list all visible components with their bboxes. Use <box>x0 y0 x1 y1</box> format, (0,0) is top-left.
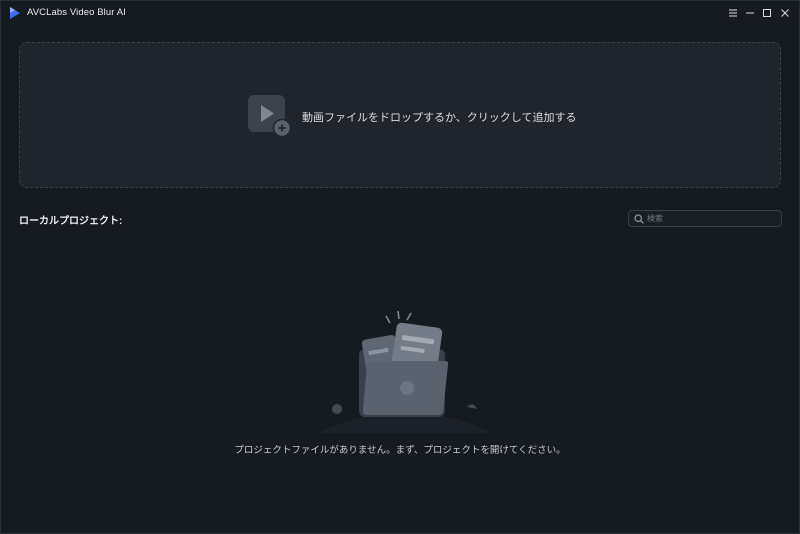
search-input[interactable] <box>647 212 777 225</box>
menu-button[interactable] <box>725 5 741 21</box>
drop-zone-label: 動画ファイルをドロップするか、クリックして追加する <box>302 112 577 124</box>
add-video-icon <box>248 95 292 138</box>
empty-projects-message: プロジェクトファイルがありません。まず、プロジェクトを開けてください。 <box>234 445 566 456</box>
maximize-icon <box>763 9 771 17</box>
minimize-button[interactable] <box>742 5 758 21</box>
video-drop-zone[interactable]: 動画ファイルをドロップするか、クリックして追加する <box>19 42 781 188</box>
empty-folder-illustration <box>317 310 493 433</box>
close-icon <box>781 9 789 17</box>
minimize-icon <box>746 12 754 14</box>
search-icon <box>634 214 644 224</box>
maximize-button[interactable] <box>759 5 775 21</box>
project-search[interactable] <box>628 210 782 227</box>
app-title: AVCLabs Video Blur AI <box>27 7 126 18</box>
app-logo-icon <box>10 7 20 19</box>
close-button[interactable] <box>777 5 793 21</box>
app-window: AVCLabs Video Blur AI 動画ファイルをドロップするか、クリッ… <box>0 0 800 534</box>
local-projects-title: ローカルプロジェクト: <box>19 216 123 227</box>
title-bar: AVCLabs Video Blur AI <box>1 1 799 25</box>
menu-icon <box>729 9 737 17</box>
